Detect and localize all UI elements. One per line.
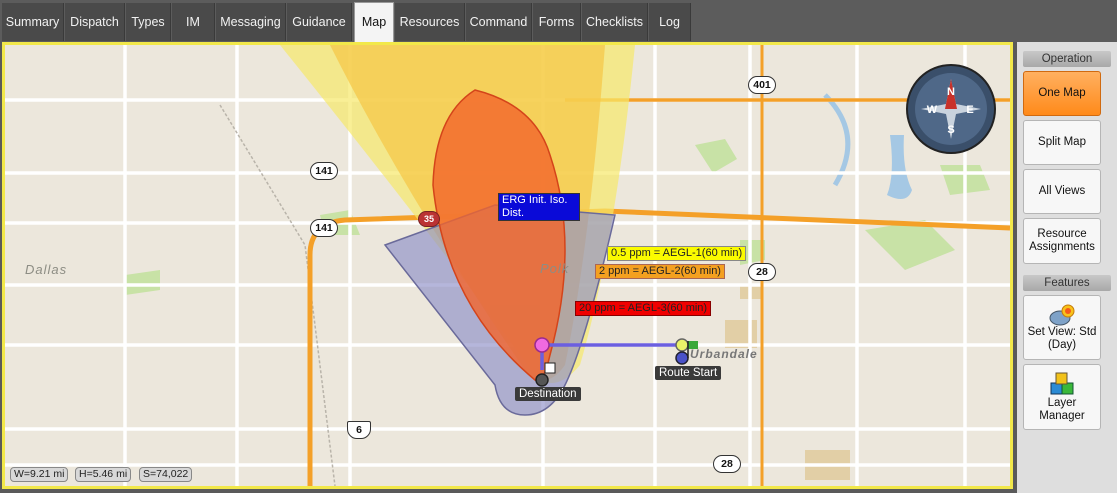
resource-assignments-label: Resource Assignments: [1029, 228, 1095, 253]
scale-height: H=5.46 mi: [75, 467, 132, 482]
aegl1-label: 0.5 ppm = AEGL-1(60 min): [607, 246, 747, 261]
layer-manager-label: Layer Manager: [1039, 397, 1085, 422]
compass-e: E: [966, 104, 973, 116]
split-map-button[interactable]: Split Map: [1023, 120, 1101, 165]
place-name: Dallas: [25, 262, 68, 277]
tab-forms[interactable]: Forms: [533, 3, 581, 41]
interstate-shield: 35: [418, 211, 440, 227]
tab-summary[interactable]: Summary: [2, 3, 64, 41]
tab-log[interactable]: Log: [649, 3, 691, 41]
tab-resources[interactable]: Resources: [395, 3, 465, 41]
one-map-label: One Map: [1038, 87, 1086, 99]
all-views-button[interactable]: All Views: [1023, 169, 1101, 214]
set-view-label: Set View: Std (Day): [1027, 325, 1097, 351]
erg-label: ERG Init. Iso. Dist.: [498, 193, 580, 221]
water-area: [887, 135, 912, 199]
tab-bar: Summary Dispatch Types IM Messaging Guid…: [0, 0, 1117, 42]
route-start-label: Route Start: [655, 366, 722, 380]
park-area: [125, 270, 160, 295]
highway-shield: 141: [310, 162, 338, 180]
right-panel: Operation One Map Split Map All Views Re…: [1017, 42, 1117, 493]
us-route-shield: 6: [347, 421, 371, 439]
resource-assignments-button[interactable]: Resource Assignments: [1023, 218, 1101, 264]
route-waypoint: [534, 337, 550, 353]
compass-icon: N S W E: [906, 64, 996, 154]
highway-shield: 28: [713, 455, 741, 473]
checkered-flag-icon: [544, 362, 556, 374]
all-views-label: All Views: [1038, 185, 1086, 197]
set-view-icon: [1049, 304, 1075, 325]
features-section-header: Features: [1023, 275, 1111, 291]
highway-shield: 141: [310, 219, 338, 237]
scale-width: W=9.21 mi: [10, 467, 69, 482]
place-name: Polk: [540, 261, 570, 276]
layer-manager-icon: [1050, 372, 1074, 395]
highway-shield: 401: [748, 76, 776, 94]
split-map-label: Split Map: [1038, 136, 1086, 148]
map-view[interactable]: N S W E Dallas Polk Urbandale 401 141 14…: [2, 42, 1013, 489]
scale-ratio: S=74,022: [139, 467, 193, 482]
one-map-button[interactable]: One Map: [1023, 71, 1101, 116]
route-waypoint: [675, 338, 689, 352]
destination-marker: [535, 373, 549, 387]
compass-n: N: [947, 86, 955, 98]
map-canvas: N S W E: [5, 45, 1010, 486]
compass-w: W: [927, 104, 938, 116]
tab-guidance[interactable]: Guidance: [287, 3, 352, 41]
layer-manager-button[interactable]: Layer Manager: [1023, 364, 1101, 430]
aegl3-label: 20 ppm = AEGL-3(60 min): [575, 301, 712, 316]
tab-dispatch[interactable]: Dispatch: [65, 3, 125, 41]
operation-section-header: Operation: [1023, 51, 1111, 67]
park-area: [695, 139, 737, 173]
set-view-button[interactable]: Set View: Std (Day): [1023, 295, 1101, 360]
tab-types[interactable]: Types: [126, 3, 171, 41]
compass-s: S: [947, 124, 954, 136]
tab-messaging[interactable]: Messaging: [216, 3, 286, 41]
destination-label: Destination: [515, 387, 581, 401]
place-name: Urbandale: [690, 347, 758, 361]
route-start-marker: [675, 351, 689, 365]
tab-map[interactable]: Map: [354, 2, 394, 42]
tab-command[interactable]: Command: [466, 3, 532, 41]
aegl2-label: 2 ppm = AEGL-2(60 min): [595, 264, 725, 279]
tab-im[interactable]: IM: [172, 3, 215, 41]
tab-checklists[interactable]: Checklists: [582, 3, 648, 41]
highway-shield: 28: [748, 263, 776, 281]
